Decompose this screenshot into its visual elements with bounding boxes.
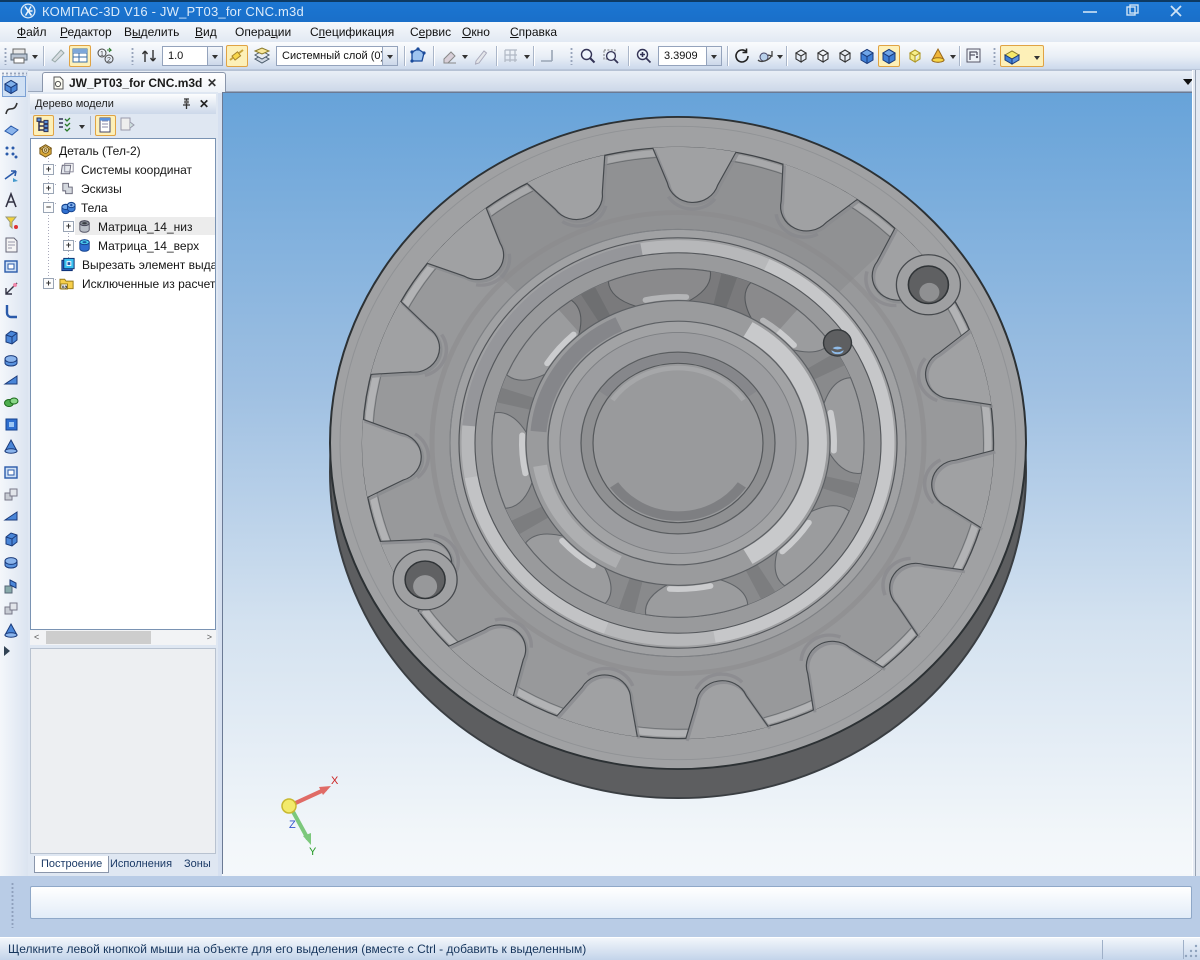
svg-text:Z: Z — [289, 819, 296, 831]
svg-text:xa: xa — [61, 284, 67, 290]
svg-text:Y: Y — [309, 846, 317, 858]
svg-text:1: 1 — [100, 51, 104, 58]
svg-text:2: 2 — [107, 57, 111, 64]
svg-text:X: X — [331, 775, 339, 787]
